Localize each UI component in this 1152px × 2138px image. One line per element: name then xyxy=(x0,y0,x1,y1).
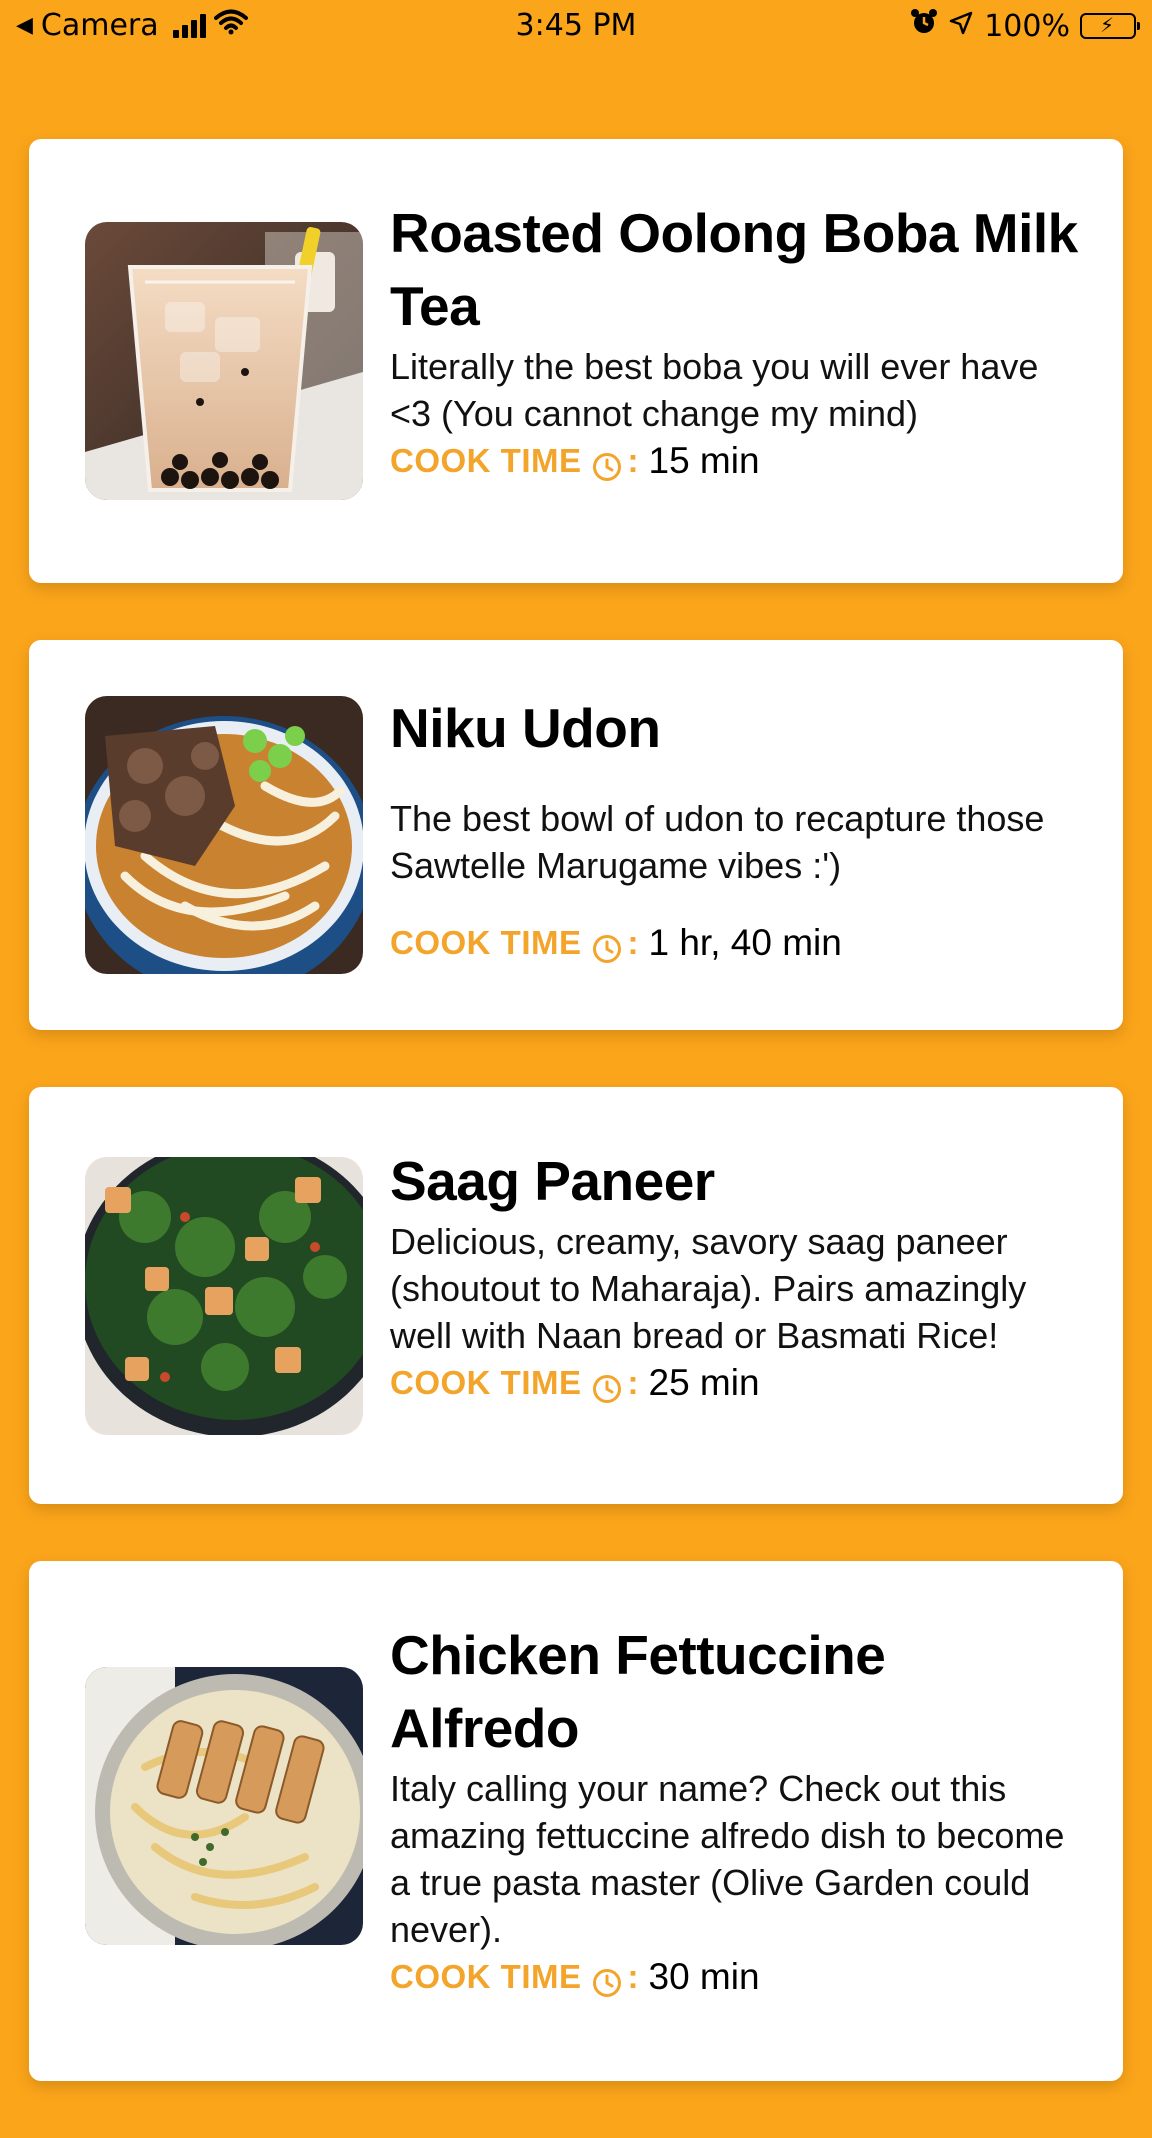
cook-time-colon: : xyxy=(627,442,639,479)
cook-time-label: COOK TIME xyxy=(390,442,582,479)
cook-time-colon: : xyxy=(627,924,639,961)
clock-icon xyxy=(592,928,622,963)
cook-time-label: COOK TIME xyxy=(390,1958,582,1995)
recipe-title: Saag Paneer xyxy=(390,1150,715,1212)
boba-milk-tea-image xyxy=(85,222,363,500)
saag-paneer-image xyxy=(85,1157,363,1435)
location-arrow-icon xyxy=(948,9,974,44)
recipe-list: Roasted Oolong Boba Milk Tea Literally t… xyxy=(29,139,1123,2138)
recipe-description: The best bowl of udon to recapture those… xyxy=(390,798,1045,886)
cook-time-label: COOK TIME xyxy=(390,924,582,961)
recipe-card[interactable]: Saag Paneer Delicious, creamy, savory sa… xyxy=(29,1087,1123,1504)
recipe-title: Chicken Fettuccine Alfredo xyxy=(390,1624,886,1759)
clock-icon xyxy=(592,1368,622,1403)
battery-percent: 100% xyxy=(984,8,1070,44)
cook-time-row: COOK TIME : 30 min xyxy=(390,1953,1083,2000)
clock-icon xyxy=(592,1962,622,1997)
udon-bowl-image xyxy=(85,696,363,974)
cook-time-row: COOK TIME : 15 min xyxy=(390,437,1083,484)
recipe-title: Niku Udon xyxy=(390,697,661,759)
cook-time-colon: : xyxy=(627,1364,639,1401)
clock-icon xyxy=(592,446,622,481)
cook-time-value: 1 hr, 40 min xyxy=(648,922,842,963)
recipe-title: Roasted Oolong Boba Milk Tea xyxy=(390,202,1078,337)
cook-time-colon: : xyxy=(627,1958,639,1995)
recipe-description: Literally the best boba you will ever ha… xyxy=(390,346,1039,434)
status-bar: ◀ Camera 3:45 PM 100% xyxy=(0,0,1152,56)
cook-time-value: 25 min xyxy=(648,1362,760,1403)
cook-time-value: 30 min xyxy=(648,1956,760,1997)
recipe-description: Delicious, creamy, savory saag paneer (s… xyxy=(390,1221,1027,1356)
cook-time-label: COOK TIME xyxy=(390,1364,582,1401)
recipe-card[interactable]: Niku Udon The best bowl of udon to recap… xyxy=(29,640,1123,1030)
cook-time-value: 15 min xyxy=(648,440,760,481)
battery-charging-icon xyxy=(1080,13,1140,39)
alarm-icon xyxy=(910,8,938,44)
cook-time-row: COOK TIME : 25 min xyxy=(390,1359,1083,1406)
recipe-description: Italy calling your name? Check out this … xyxy=(390,1768,1065,1950)
cook-time-row: COOK TIME : 1 hr, 40 min xyxy=(390,919,1083,966)
fettuccine-alfredo-image xyxy=(85,1667,363,1945)
recipe-card[interactable]: Chicken Fettuccine Alfredo Italy calling… xyxy=(29,1561,1123,2081)
recipe-card[interactable]: Roasted Oolong Boba Milk Tea Literally t… xyxy=(29,139,1123,583)
